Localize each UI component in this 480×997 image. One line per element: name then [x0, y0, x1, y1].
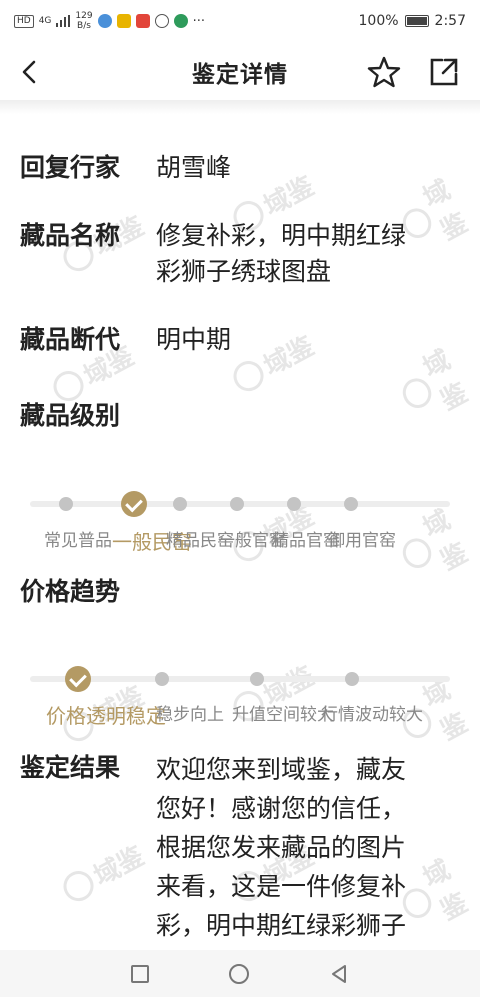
level-option: 御用官窑 [328, 531, 396, 551]
level-value [156, 398, 426, 434]
status-bar: HD 4G 129 B/s ··· 100% 2:57 [0, 0, 480, 42]
app-notification-icon [97, 14, 112, 28]
system-nav-bar [0, 950, 480, 997]
price-option: 升值空间较大 [232, 705, 334, 725]
expert-value: 胡雪峰 [156, 153, 232, 182]
recent-apps-icon[interactable] [131, 964, 149, 983]
level-dot [344, 497, 358, 511]
era-value: 明中期 [156, 325, 232, 354]
level-label: 藏品级别 [20, 401, 121, 430]
home-icon[interactable] [229, 963, 249, 984]
level-dot-selected [121, 491, 147, 517]
level-option: 常见普品 [44, 531, 112, 551]
expert-label: 回复行家 [20, 153, 121, 182]
back-triangle-icon[interactable] [329, 964, 349, 984]
result-text: 欢迎您来到域鉴，藏友您好！感谢您的信任，根据您发来藏品的图片来看，这是一件修复补… [156, 755, 407, 940]
chevron-left-icon[interactable] [14, 56, 46, 88]
item-name-value: 修复补彩，明中期红绿彩狮子绣球图盘 [156, 221, 407, 286]
clock: 2:57 [434, 13, 466, 29]
app-notification-icon [116, 14, 131, 28]
detail-row-price-trend: 价格趋势 [20, 574, 156, 610]
price-dot [345, 672, 359, 686]
hd-badge: HD [14, 14, 34, 28]
star-icon[interactable] [366, 54, 402, 90]
more-notifications: ··· [192, 13, 205, 29]
level-dot [173, 497, 187, 511]
battery-percent: 100% [358, 13, 399, 29]
level-options: 常见普品 一般民窑 精品民窑 一般官窑 精品官窑 御用官窑 [30, 526, 450, 556]
price-options: 价格透明稳定 稳步向上 升值空间较大 行情波动较大 [30, 700, 450, 730]
detail-row-era: 藏品断代 明中期 [20, 322, 426, 358]
signal-icon [56, 15, 71, 27]
app-header: 鉴定详情 [0, 42, 480, 102]
era-label: 藏品断代 [20, 325, 121, 354]
detail-content[interactable]: 域鉴 域鉴 域鉴 域鉴 域鉴 域鉴 域鉴 域鉴 域鉴 域鉴 域鉴 域鉴 域鉴 域… [0, 114, 480, 950]
detail-row-level: 藏品级别 [20, 398, 426, 434]
price-option: 稳步向上 [156, 705, 224, 725]
price-track [30, 666, 450, 692]
price-dot [250, 672, 264, 686]
level-dot [59, 497, 73, 511]
header-divider [0, 100, 480, 114]
detail-row-name: 藏品名称 修复补彩，明中期红绿彩狮子绣球图盘 [20, 218, 426, 290]
price-option: 行情波动较大 [321, 705, 423, 725]
level-dot [287, 497, 301, 511]
page-title: 鉴定详情 [192, 62, 288, 88]
price-dot-selected [65, 666, 91, 692]
app-notification-icon [173, 14, 188, 28]
level-track [30, 491, 450, 517]
share-icon[interactable] [426, 54, 462, 90]
network-type: 4G [38, 16, 52, 26]
battery-icon [404, 15, 429, 27]
detail-row-result: 鉴定结果 欢迎您来到域鉴，藏友您好！感谢您的信任，根据您发来藏品的图片来看，这是… [20, 750, 426, 950]
app-notification-icon [154, 14, 169, 28]
price-dot [155, 672, 169, 686]
detail-row-expert: 回复行家 胡雪峰 [20, 150, 426, 186]
price-trend-label: 价格趋势 [20, 577, 121, 606]
price-option-selected: 价格透明稳定 [46, 704, 166, 728]
result-label: 鉴定结果 [20, 753, 121, 782]
level-dot [230, 497, 244, 511]
item-name-label: 藏品名称 [20, 221, 121, 250]
app-notification-icon [135, 14, 150, 28]
network-speed: 129 B/s [75, 11, 93, 31]
